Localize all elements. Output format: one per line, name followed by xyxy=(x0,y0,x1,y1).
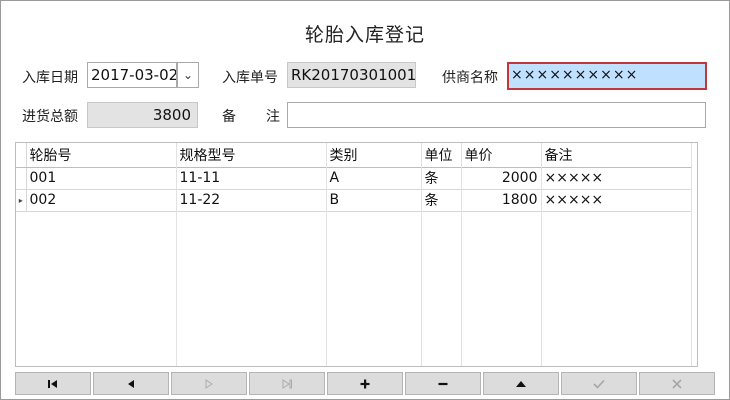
page-title: 轮胎入库登记 xyxy=(304,24,425,46)
previous-record-button[interactable] xyxy=(93,372,169,395)
order-no-field: RK20170301001 xyxy=(287,62,416,88)
chevron-down-icon: ⌄ xyxy=(182,68,194,82)
edit-icon xyxy=(516,380,526,387)
grid-column-line xyxy=(421,143,422,366)
remark-label-char-1: 备 xyxy=(222,109,236,125)
date-dropdown-button[interactable]: ⌄ xyxy=(177,62,199,88)
last-record-button[interactable] xyxy=(249,372,325,395)
column-header-tire-no[interactable]: 轮胎号 xyxy=(26,143,177,168)
add-icon xyxy=(360,379,370,388)
previous-record-icon xyxy=(128,379,134,388)
order-no-label: 入库单号 xyxy=(222,70,278,86)
supplier-label: 供商名称 xyxy=(442,70,498,86)
cell-remark[interactable]: ××××× xyxy=(541,189,692,212)
date-label: 入库日期 xyxy=(22,70,78,86)
add-record-button[interactable] xyxy=(327,372,403,395)
cell-remark[interactable]: ××××× xyxy=(541,167,692,190)
cell-tire-no[interactable]: 001 xyxy=(26,167,177,190)
edit-record-button[interactable] xyxy=(483,372,559,395)
confirm-icon xyxy=(593,379,605,389)
current-row-indicator-icon[interactable]: ▸ xyxy=(16,189,27,212)
record-toolbar xyxy=(15,372,717,395)
grid-column-line xyxy=(461,143,462,366)
next-record-button[interactable] xyxy=(171,372,247,395)
cancel-button[interactable] xyxy=(639,372,715,395)
first-record-icon xyxy=(48,379,57,388)
cell-category[interactable]: B xyxy=(326,189,422,212)
remark-label-char-2: 注 xyxy=(266,109,280,125)
total-amount-field: 3800 xyxy=(87,102,198,128)
grid-column-line xyxy=(541,143,542,366)
delete-icon xyxy=(438,382,448,385)
remark-field[interactable] xyxy=(287,102,706,128)
row-selector[interactable] xyxy=(16,167,27,190)
column-header-category[interactable]: 类别 xyxy=(326,143,422,168)
row-selector-header xyxy=(16,143,27,168)
cell-spec[interactable]: 11-11 xyxy=(176,167,327,190)
first-record-button[interactable] xyxy=(15,372,91,395)
confirm-button[interactable] xyxy=(561,372,637,395)
delete-record-button[interactable] xyxy=(405,372,481,395)
column-header-spec[interactable]: 规格型号 xyxy=(176,143,327,168)
grid-column-line xyxy=(326,143,327,366)
tire-detail-grid[interactable]: 轮胎号 规格型号 类别 单位 单价 备注 001 11-11 A 条 2000 … xyxy=(15,142,698,367)
column-header-remark[interactable]: 备注 xyxy=(541,143,692,168)
supplier-field[interactable]: ×××××××××× xyxy=(507,62,707,90)
cell-unit[interactable]: 条 xyxy=(421,167,462,190)
cancel-icon xyxy=(672,378,682,389)
grid-header-row: 轮胎号 规格型号 类别 单位 单价 备注 xyxy=(16,143,692,168)
column-header-price[interactable]: 单价 xyxy=(461,143,542,168)
grid-column-line xyxy=(691,143,692,366)
next-record-icon xyxy=(205,378,213,389)
cell-spec[interactable]: 11-22 xyxy=(176,189,327,212)
last-record-icon xyxy=(282,378,292,389)
grid-table: 轮胎号 规格型号 类别 单位 单价 备注 001 11-11 A 条 2000 … xyxy=(16,143,692,212)
cell-unit[interactable]: 条 xyxy=(421,189,462,212)
grid-column-line xyxy=(176,143,177,366)
table-row[interactable]: ▸ 002 11-22 B 条 1800 ××××× xyxy=(16,189,692,212)
cell-price[interactable]: 2000 xyxy=(461,167,542,190)
table-row[interactable]: 001 11-11 A 条 2000 ××××× xyxy=(16,167,692,190)
column-header-unit[interactable]: 单位 xyxy=(421,143,462,168)
total-label: 进货总额 xyxy=(22,109,78,125)
cell-category[interactable]: A xyxy=(326,167,422,190)
cell-price[interactable]: 1800 xyxy=(461,189,542,212)
cell-tire-no[interactable]: 002 xyxy=(26,189,177,212)
date-field[interactable]: 2017-03-02 xyxy=(87,62,177,88)
